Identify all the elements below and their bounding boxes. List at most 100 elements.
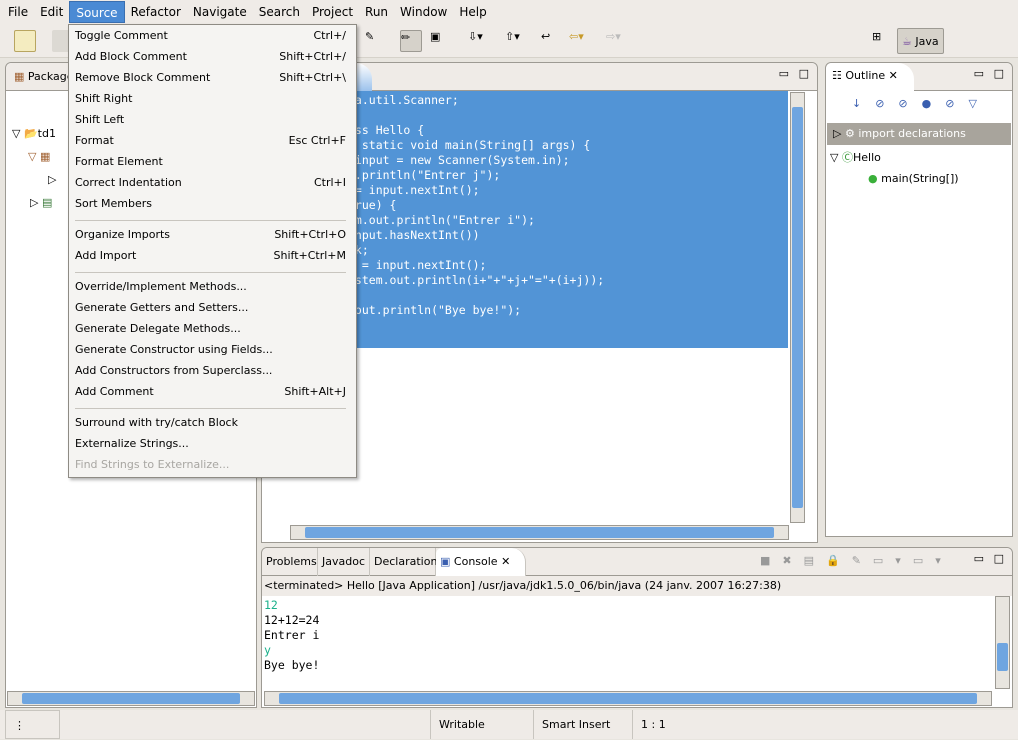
console-header: <terminated> Hello [Java Application] /u…	[262, 576, 1012, 596]
code-line: input.hasNextInt())	[348, 228, 480, 242]
menubar: File Edit Source Refactor Navigate Search Proj…	[0, 0, 1018, 24]
menu-item-override-implement-methods[interactable]: Override/Implement Methods...	[75, 277, 346, 297]
maximize-icon[interactable]: □	[799, 67, 809, 80]
menu-edit[interactable]: Edit	[34, 1, 69, 23]
tree-item-package[interactable]: ▽ ▦	[28, 150, 50, 163]
forward-icon[interactable]: ⇨▾	[606, 30, 628, 52]
menu-item-sort-members[interactable]: Sort Members	[75, 194, 346, 214]
menu-item-generate-constructor-using-fields[interactable]: Generate Constructor using Fields...	[75, 340, 346, 360]
minimize-icon[interactable]: ▭	[779, 67, 789, 80]
menu-item-externalize-strings[interactable]: Externalize Strings...	[75, 434, 346, 454]
java-perspective-icon: ☕	[902, 35, 912, 48]
outline-item-imports[interactable]: ▷ ⚙ import declarations	[827, 123, 1011, 145]
menu-item-add-constructors-from-superclass[interactable]: Add Constructors from Superclass...	[75, 361, 346, 381]
back-icon[interactable]: ⇦▾	[569, 30, 591, 52]
menu-item-generate-delegate-methods[interactable]: Generate Delegate Methods...	[75, 319, 346, 339]
menu-help[interactable]: Help	[453, 1, 492, 23]
last-edit-icon[interactable]: ↩	[541, 30, 563, 52]
menu-item-add-import[interactable]: Add Import Shift+Ctrl+M	[75, 246, 346, 266]
menu-run[interactable]: Run	[359, 1, 394, 23]
console-toolbar[interactable]: ■✖▤🔒✎▭▾▭▾	[760, 554, 953, 567]
code-line: = input.nextInt();	[348, 183, 480, 197]
horizontal-scrollbar[interactable]	[7, 691, 255, 706]
editor-vertical-scrollbar[interactable]	[790, 92, 805, 523]
menu-item-add-comment[interactable]: Add Comment Shift+Alt+J	[75, 382, 346, 402]
close-icon[interactable]: ✕	[501, 555, 510, 568]
tree-item-class[interactable]: ▷	[48, 173, 56, 186]
outline-tab[interactable]: ☷ Outline ✕	[826, 63, 914, 91]
menu-item-correct-indentation[interactable]: Correct Indentation Ctrl+I	[75, 173, 346, 193]
outline-item-hello[interactable]: ▽ ⒸHello	[830, 149, 881, 165]
menu-item-add-block-comment[interactable]: Add Block Comment Shift+Ctrl+/	[75, 47, 346, 67]
method-icon: ●	[868, 172, 878, 185]
console-vertical-scrollbar[interactable]	[995, 596, 1010, 689]
tab-declaration[interactable]: Declaration	[370, 548, 437, 576]
console-panel: ▭ □ ■✖▤🔒✎▭▾▭▾ Problems Javadoc Declaration…	[261, 547, 1013, 708]
menu-item-toggle-comment[interactable]: Toggle Comment Ctrl+/	[75, 26, 346, 46]
console-horizontal-scrollbar[interactable]	[264, 691, 992, 706]
package-icon: ▦	[14, 70, 25, 83]
menu-window[interactable]: Window	[394, 1, 453, 23]
minimize-icon[interactable]: ▭	[974, 552, 984, 565]
outline-tab-bar: ☷ Outline ✕ ▭ □	[826, 63, 1012, 91]
console-line: Bye bye!	[264, 658, 320, 672]
console-line: Entrer i	[264, 628, 320, 642]
menu-item-organize-imports[interactable]: Organize Imports Shift+Ctrl+O	[75, 225, 346, 245]
status-handle: ⋮	[5, 710, 60, 739]
menu-refactor[interactable]: Refactor	[125, 1, 187, 23]
console-line: y	[264, 643, 271, 657]
code-line: i = input.nextInt();	[348, 258, 487, 272]
maximize-icon[interactable]: □	[994, 67, 1004, 80]
menu-item-generate-getters-and-setters[interactable]: Generate Getters and Setters...	[75, 298, 346, 318]
tab-console[interactable]: ▣ Console ✕	[436, 548, 526, 576]
code-line: t.println("Entrer j");	[348, 168, 501, 182]
menu-item-surround-with-try-catch-block[interactable]: Surround with try/catch Block	[75, 413, 346, 433]
code-line: em.out.println("Entrer i");	[348, 213, 535, 227]
tab-javadoc[interactable]: Javadoc	[318, 548, 370, 576]
java-perspective-button[interactable]: ☕ Java	[897, 28, 944, 54]
menu-separator	[75, 220, 346, 221]
close-icon[interactable]: ✕	[889, 69, 898, 82]
console-tab-bar: ▭ □ ■✖▤🔒✎▭▾▭▾ Problems Javadoc Declaration…	[262, 548, 1012, 576]
minimize-icon[interactable]: ▭	[974, 67, 984, 80]
library-icon: ▤	[41, 196, 53, 209]
class-icon: Ⓒ	[841, 151, 853, 164]
console-line: 12+12=24	[264, 613, 320, 627]
open-perspective-icon[interactable]: ⊞	[872, 30, 894, 52]
console-line: 12	[264, 598, 278, 612]
maximize-icon[interactable]: □	[994, 552, 1004, 565]
code-line: ystem.out.println(i+"+"+j+"="+(i+j));	[348, 273, 605, 287]
editor-horizontal-scrollbar[interactable]	[290, 525, 789, 540]
menu-item-find-strings-to-externalize[interactable]: Find Strings to Externalize...	[75, 455, 346, 475]
outline-icon: ☷	[832, 69, 842, 82]
menu-item-shift-left[interactable]: Shift Left	[75, 110, 346, 130]
outline-panel: ☷ Outline ✕ ▭ □ ↓⊘⊘●⊘▽ ▷ ⚙ import declar…	[825, 62, 1013, 537]
menu-search[interactable]: Search	[253, 1, 306, 23]
menu-file[interactable]: File	[2, 1, 34, 23]
menu-navigate[interactable]: Navigate	[187, 1, 253, 23]
outline-toolbar[interactable]: ↓⊘⊘●⊘▽	[852, 97, 991, 110]
new-icon[interactable]	[14, 30, 36, 52]
tree-item-jre-library[interactable]: ▷ ▤	[30, 196, 52, 209]
menu-source[interactable]: Source	[69, 1, 125, 23]
prev-annotation-icon[interactable]: ⇧▾	[505, 30, 527, 52]
menu-project[interactable]: Project	[306, 1, 359, 23]
menu-item-format[interactable]: Format Esc Ctrl+F	[75, 131, 346, 151]
menu-item-shift-right[interactable]: Shift Right	[75, 89, 346, 109]
code-line: va.util.Scanner;	[348, 93, 459, 107]
code-line: .out.println("Bye bye!");	[348, 303, 522, 317]
menu-item-remove-block-comment[interactable]: Remove Block Comment Shift+Ctrl+\	[75, 68, 346, 88]
next-annotation-icon[interactable]: ⇩▾	[468, 30, 490, 52]
outline-item-main[interactable]: ● main(String[])	[868, 172, 959, 185]
code-line: c static void main(String[] args) {	[348, 138, 591, 152]
mark-occurrences-icon[interactable]: ✏	[400, 30, 422, 52]
wand-icon[interactable]: ✎	[365, 30, 387, 52]
tab-problems[interactable]: Problems	[262, 548, 318, 576]
tree-item-td1[interactable]: ▽ 📂td1	[12, 127, 56, 140]
status-bar: ⋮ Writable Smart Insert 1 : 1	[0, 710, 1018, 739]
project-folder-icon: 📂	[23, 127, 38, 140]
menu-item-format-element[interactable]: Format Element	[75, 152, 346, 172]
status-insert-mode: Smart Insert	[533, 710, 610, 739]
package-explorer-tab[interactable]: ▦ Package	[14, 70, 74, 83]
show-whitespace-icon[interactable]: ▣	[430, 30, 452, 52]
